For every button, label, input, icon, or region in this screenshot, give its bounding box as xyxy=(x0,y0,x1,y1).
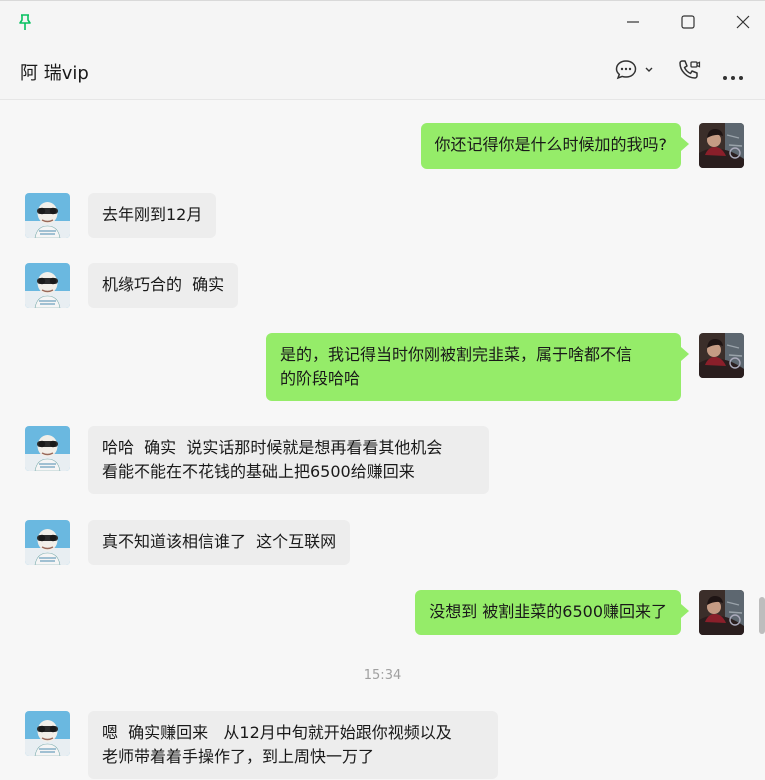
minimize-icon[interactable] xyxy=(622,11,644,33)
message-bubble-outgoing[interactable]: 没想到 被割韭菜的6500赚回来了 xyxy=(415,590,689,635)
my-avatar[interactable] xyxy=(699,590,744,635)
message-bubble-outgoing[interactable]: 你还记得你是什么时候加的我吗? xyxy=(420,123,689,169)
contact-avatar[interactable] xyxy=(25,263,70,308)
more-icon[interactable] xyxy=(722,66,744,85)
maximize-icon[interactable] xyxy=(677,11,699,33)
chat-header: 阿 瑞vip xyxy=(0,42,765,100)
contact-avatar[interactable] xyxy=(25,193,70,238)
contact-avatar[interactable] xyxy=(25,711,70,756)
my-avatar[interactable] xyxy=(699,333,744,378)
message-timestamp: 15:34 xyxy=(363,668,402,683)
message-bubble-incoming[interactable]: 真不知道该相信谁了 这个互联网 xyxy=(88,520,351,565)
message-bubble-incoming[interactable]: 机缘巧合的 确实 xyxy=(88,263,239,308)
message-bubble-outgoing[interactable]: 是的，我记得当时你刚被割完韭菜，属于啥都不信 的阶段哈哈 xyxy=(266,333,689,401)
chat-bubble-icon[interactable] xyxy=(615,58,659,86)
message-bubble-incoming[interactable]: 去年刚到12月 xyxy=(88,193,217,238)
video-call-icon[interactable] xyxy=(677,58,701,86)
pin-icon[interactable] xyxy=(17,13,33,31)
scrollbar-thumb[interactable] xyxy=(759,597,765,634)
close-icon[interactable] xyxy=(732,11,754,33)
message-bubble-incoming[interactable]: 哈哈 确实 说实话那时候就是想再看看其他机会 看能不能在不花钱的基础上把6500… xyxy=(88,426,489,494)
my-avatar[interactable] xyxy=(699,123,744,168)
contact-avatar[interactable] xyxy=(25,426,70,471)
window-titlebar xyxy=(0,0,765,42)
message-bubble-incoming[interactable]: 嗯 确实赚回来 从12月中旬就开始跟你视频以及 老师带着着手操作了，到上周快一万… xyxy=(88,711,498,779)
contact-avatar[interactable] xyxy=(25,520,70,565)
contact-name[interactable]: 阿 瑞vip xyxy=(20,59,89,85)
message-list[interactable]: 你还记得你是什么时候加的我吗? 去年刚到12月 机缘巧合的 确实 是的，我记得当… xyxy=(0,100,765,780)
